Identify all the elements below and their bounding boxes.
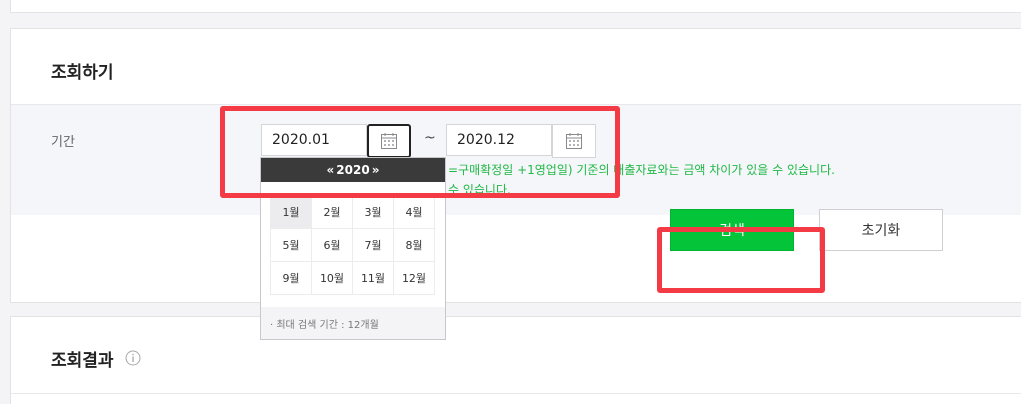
month-grid: 1월 2월 3월 4월 5월 6월 7월 8월 9월 10월 11월 12월 [270,195,435,295]
start-date-input[interactable]: 2020.01 [261,124,367,156]
results-panel: 조회결과 [10,316,1021,404]
end-date-input[interactable]: 2020.12 [446,124,552,156]
top-card [10,0,1021,13]
month-cell[interactable]: 10월 [312,262,353,295]
start-date-value: 2020.01 [272,132,330,148]
reset-button[interactable]: 초기화 [819,209,943,251]
period-label: 기간 [51,135,75,150]
prev-year-button[interactable]: « [327,163,335,177]
info-icon[interactable] [125,350,141,366]
date-range-separator: ~ [424,130,436,146]
month-cell[interactable]: 2월 [312,196,353,229]
month-cell[interactable]: 5월 [271,229,312,262]
end-date-value: 2020.12 [457,132,515,148]
notice-text-line1: =구매확정일 +1영업일) 기준의 매출자료와는 금액 차이가 있을 수 있습니… [448,163,835,177]
month-picker-popup: « 2020 » 1월 2월 3월 4월 5월 6월 7월 8월 9월 10월 … [260,157,446,340]
search-panel: 조회하기 기간 2020.01 ~ 2020.12 =구매확정일 +1영업일) … [10,28,1021,303]
next-year-button[interactable]: » [372,163,380,177]
month-cell[interactable]: 4월 [394,196,435,229]
month-cell[interactable]: 3월 [353,196,394,229]
period-filter-row: 기간 2020.01 ~ 2020.12 =구매확정일 +1영업일) 기준의 매… [11,104,1021,215]
search-button[interactable]: 검색 [670,209,794,251]
month-cell[interactable]: 9월 [271,262,312,295]
end-calendar-button[interactable] [552,124,596,158]
month-cell[interactable]: 1월 [271,196,312,229]
month-cell[interactable]: 8월 [394,229,435,262]
month-cell[interactable]: 11월 [353,262,394,295]
search-section-title: 조회하기 [51,63,114,83]
start-calendar-button[interactable] [367,124,411,158]
month-cell[interactable]: 12월 [394,262,435,295]
picker-header: « 2020 » [261,158,445,182]
notice-text-line2: 수 있습니다. [448,183,511,197]
picker-footer-note: · 최대 검색 기간 : 12개월 [261,307,445,339]
results-section-title: 조회결과 [51,351,114,371]
month-cell[interactable]: 7월 [353,229,394,262]
calendar-icon [381,133,397,149]
month-cell[interactable]: 6월 [312,229,353,262]
picker-year: 2020 [336,163,370,177]
calendar-icon [566,133,582,149]
results-divider [11,393,1021,394]
